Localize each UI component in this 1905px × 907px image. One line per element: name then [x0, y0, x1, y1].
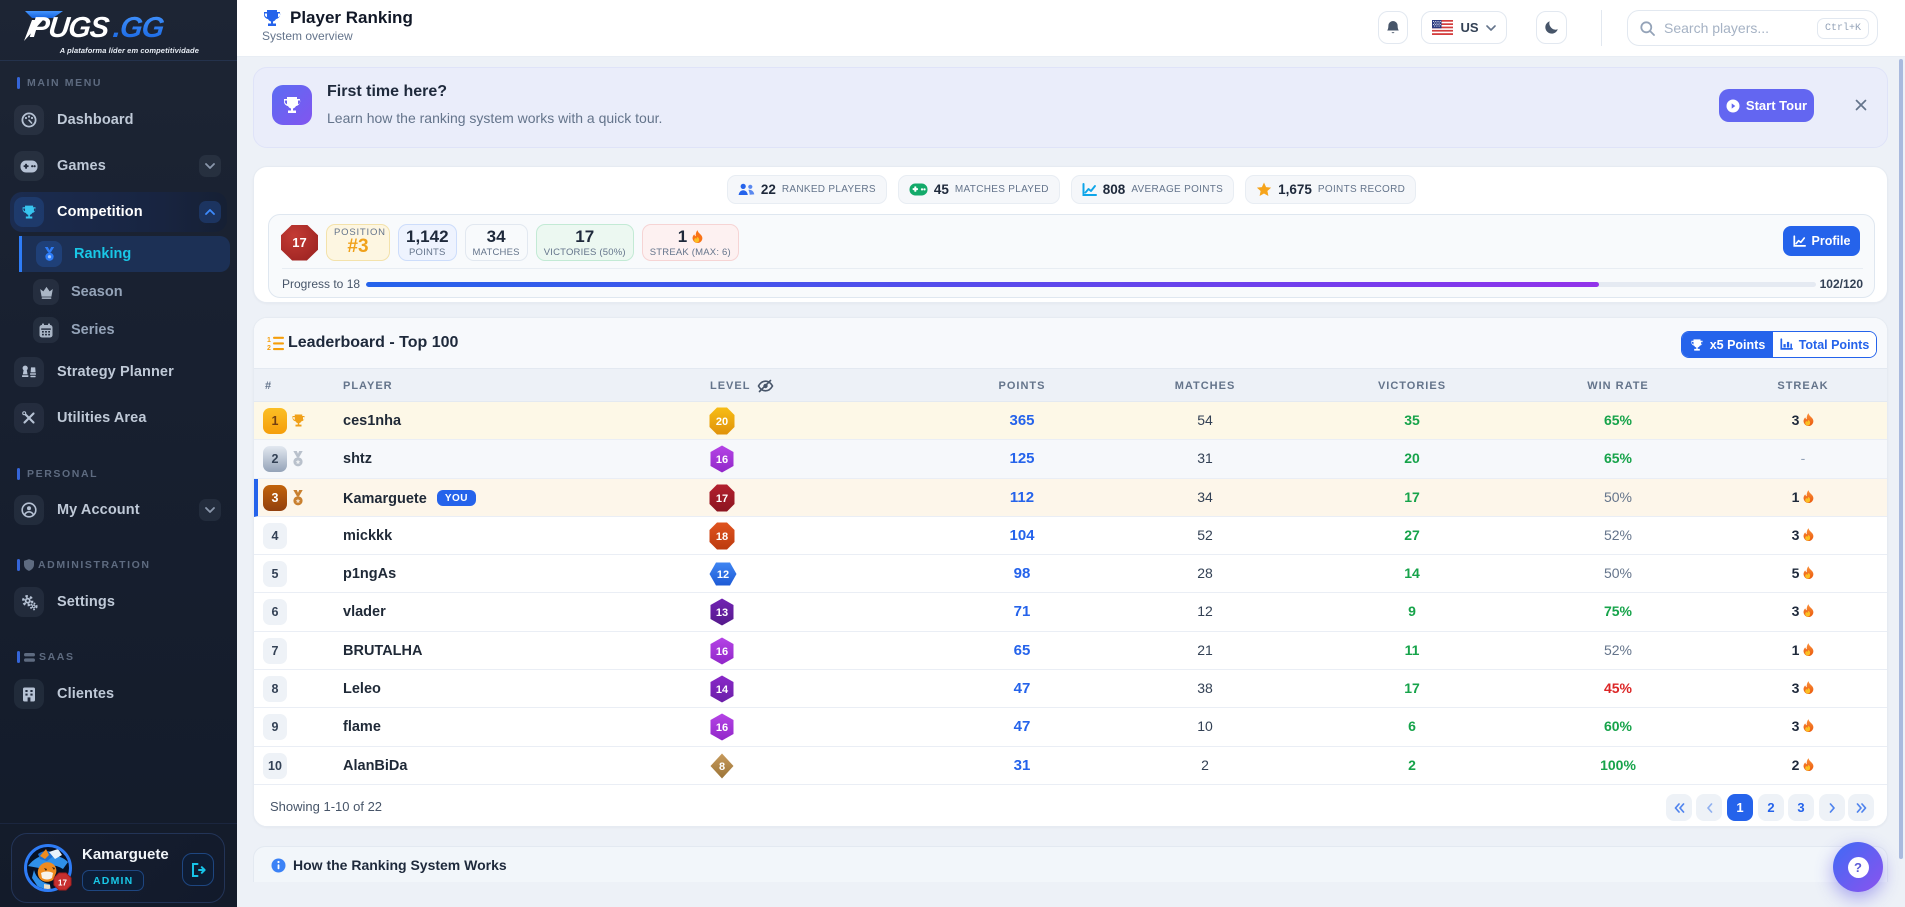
- svg-text:2: 2: [267, 345, 271, 351]
- svg-text:14: 14: [716, 684, 729, 696]
- svg-text:16: 16: [716, 722, 728, 734]
- svg-text:17: 17: [58, 879, 67, 888]
- svg-text:17: 17: [716, 493, 728, 505]
- svg-text:13: 13: [716, 607, 728, 619]
- svg-text:1: 1: [267, 337, 271, 344]
- svg-text:16: 16: [716, 646, 728, 658]
- svg-text:20: 20: [716, 416, 728, 428]
- svg-text:12: 12: [717, 569, 729, 581]
- svg-text:16: 16: [716, 454, 728, 466]
- svg-text:.GG: .GG: [112, 12, 166, 42]
- svg-text:PUGS: PUGS: [29, 12, 112, 42]
- svg-text:18: 18: [716, 531, 728, 543]
- svg-text:8: 8: [719, 761, 725, 773]
